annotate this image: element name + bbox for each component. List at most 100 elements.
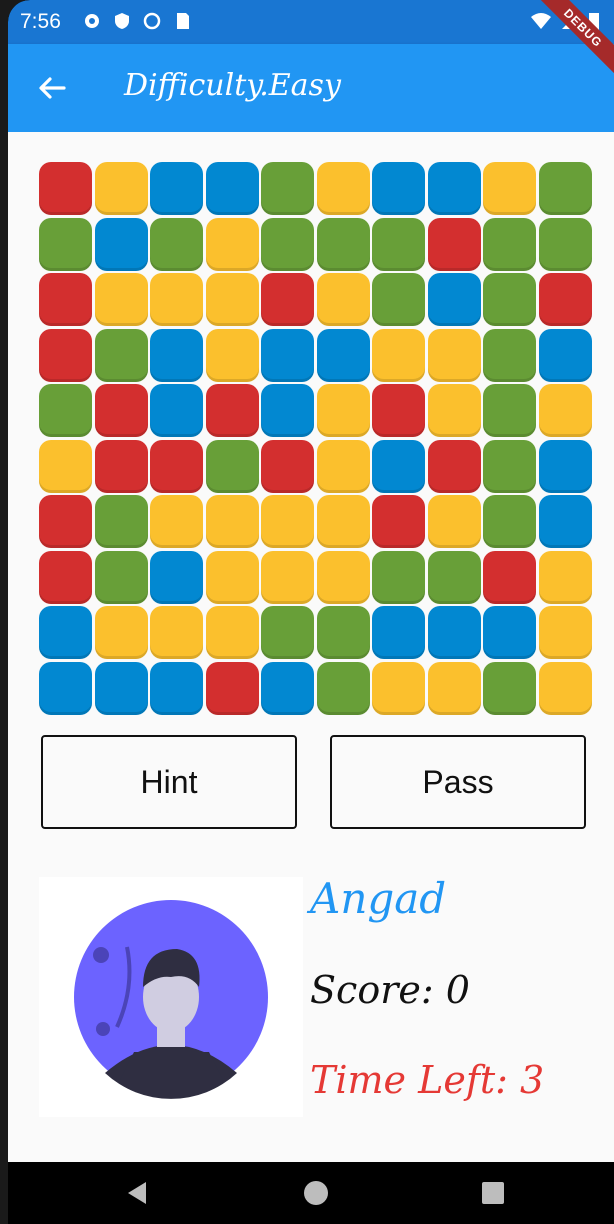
tile-blue[interactable] bbox=[427, 162, 481, 215]
tile-blue[interactable] bbox=[538, 495, 592, 548]
tile-green[interactable] bbox=[483, 495, 536, 548]
tile-red[interactable] bbox=[372, 384, 425, 437]
tile-green[interactable] bbox=[261, 217, 314, 271]
tile-green[interactable] bbox=[372, 273, 425, 326]
pass-button[interactable]: Pass bbox=[330, 735, 586, 829]
tile-red[interactable] bbox=[261, 273, 314, 326]
tile-blue[interactable] bbox=[316, 328, 370, 382]
tile-yellow[interactable] bbox=[261, 550, 314, 604]
tile-yellow[interactable] bbox=[372, 661, 425, 715]
tile-blue[interactable] bbox=[150, 661, 203, 715]
tile-blue[interactable] bbox=[427, 606, 481, 659]
tile-red[interactable] bbox=[205, 661, 259, 715]
tile-green[interactable] bbox=[261, 162, 314, 215]
tile-red[interactable] bbox=[39, 328, 92, 382]
tile-green[interactable] bbox=[483, 384, 536, 437]
tile-red[interactable] bbox=[427, 217, 481, 271]
back-arrow-icon[interactable] bbox=[36, 72, 68, 104]
tile-blue[interactable] bbox=[94, 217, 148, 271]
tile-red[interactable] bbox=[205, 384, 259, 437]
tile-green[interactable] bbox=[94, 495, 148, 548]
tile-blue[interactable] bbox=[39, 606, 92, 659]
tile-yellow[interactable] bbox=[427, 328, 481, 382]
tile-green[interactable] bbox=[372, 217, 425, 271]
tile-red[interactable] bbox=[94, 384, 148, 437]
tile-blue[interactable] bbox=[150, 328, 203, 382]
tile-green[interactable] bbox=[316, 661, 370, 715]
tile-yellow[interactable] bbox=[94, 606, 148, 659]
nav-recents-icon[interactable] bbox=[482, 1182, 504, 1204]
tile-yellow[interactable] bbox=[427, 661, 481, 715]
tile-yellow[interactable] bbox=[316, 439, 370, 493]
tile-yellow[interactable] bbox=[205, 495, 259, 548]
tile-yellow[interactable] bbox=[427, 495, 481, 548]
tile-blue[interactable] bbox=[372, 606, 425, 659]
tile-green[interactable] bbox=[538, 162, 592, 215]
tile-blue[interactable] bbox=[483, 606, 536, 659]
tile-yellow[interactable] bbox=[427, 384, 481, 437]
tile-blue[interactable] bbox=[372, 162, 425, 215]
tile-green[interactable] bbox=[94, 550, 148, 604]
tile-green[interactable] bbox=[538, 217, 592, 271]
tile-green[interactable] bbox=[483, 328, 536, 382]
tile-yellow[interactable] bbox=[205, 550, 259, 604]
tile-green[interactable] bbox=[205, 439, 259, 493]
tile-green[interactable] bbox=[39, 217, 92, 271]
tile-yellow[interactable] bbox=[205, 606, 259, 659]
tile-green[interactable] bbox=[94, 328, 148, 382]
tile-red[interactable] bbox=[39, 162, 92, 215]
tile-red[interactable] bbox=[39, 495, 92, 548]
tile-green[interactable] bbox=[483, 273, 536, 326]
tile-yellow[interactable] bbox=[94, 162, 148, 215]
tile-blue[interactable] bbox=[538, 328, 592, 382]
tile-green[interactable] bbox=[150, 217, 203, 271]
tile-green[interactable] bbox=[261, 606, 314, 659]
tile-blue[interactable] bbox=[372, 439, 425, 493]
tile-yellow[interactable] bbox=[39, 439, 92, 493]
tile-yellow[interactable] bbox=[261, 495, 314, 548]
hint-button[interactable]: Hint bbox=[41, 735, 297, 829]
tile-yellow[interactable] bbox=[538, 661, 592, 715]
tile-yellow[interactable] bbox=[205, 328, 259, 382]
tile-blue[interactable] bbox=[261, 661, 314, 715]
tile-blue[interactable] bbox=[261, 384, 314, 437]
tile-yellow[interactable] bbox=[150, 495, 203, 548]
tile-yellow[interactable] bbox=[205, 217, 259, 271]
tile-green[interactable] bbox=[483, 439, 536, 493]
tile-red[interactable] bbox=[94, 439, 148, 493]
tile-red[interactable] bbox=[39, 273, 92, 326]
tile-green[interactable] bbox=[316, 606, 370, 659]
tile-green[interactable] bbox=[39, 384, 92, 437]
tile-green[interactable] bbox=[483, 217, 536, 271]
tile-green[interactable] bbox=[427, 550, 481, 604]
tile-blue[interactable] bbox=[150, 384, 203, 437]
tile-yellow[interactable] bbox=[316, 495, 370, 548]
tile-red[interactable] bbox=[39, 550, 92, 604]
tile-yellow[interactable] bbox=[538, 606, 592, 659]
tile-red[interactable] bbox=[150, 439, 203, 493]
tile-blue[interactable] bbox=[150, 162, 203, 215]
tile-yellow[interactable] bbox=[316, 273, 370, 326]
tile-yellow[interactable] bbox=[316, 550, 370, 604]
tile-yellow[interactable] bbox=[483, 162, 536, 215]
tile-yellow[interactable] bbox=[150, 273, 203, 326]
tile-red[interactable] bbox=[372, 495, 425, 548]
tile-yellow[interactable] bbox=[316, 384, 370, 437]
tile-blue[interactable] bbox=[261, 328, 314, 382]
nav-home-icon[interactable] bbox=[304, 1181, 328, 1205]
tile-red[interactable] bbox=[261, 439, 314, 493]
tile-yellow[interactable] bbox=[94, 273, 148, 326]
tile-blue[interactable] bbox=[94, 661, 148, 715]
tile-blue[interactable] bbox=[427, 273, 481, 326]
tile-yellow[interactable] bbox=[538, 384, 592, 437]
tile-yellow[interactable] bbox=[150, 606, 203, 659]
tile-red[interactable] bbox=[427, 439, 481, 493]
tile-green[interactable] bbox=[483, 661, 536, 715]
tile-yellow[interactable] bbox=[205, 273, 259, 326]
tile-red[interactable] bbox=[538, 273, 592, 326]
tile-red[interactable] bbox=[483, 550, 536, 604]
tile-blue[interactable] bbox=[150, 550, 203, 604]
tile-blue[interactable] bbox=[205, 162, 259, 215]
tile-green[interactable] bbox=[372, 550, 425, 604]
tile-yellow[interactable] bbox=[372, 328, 425, 382]
